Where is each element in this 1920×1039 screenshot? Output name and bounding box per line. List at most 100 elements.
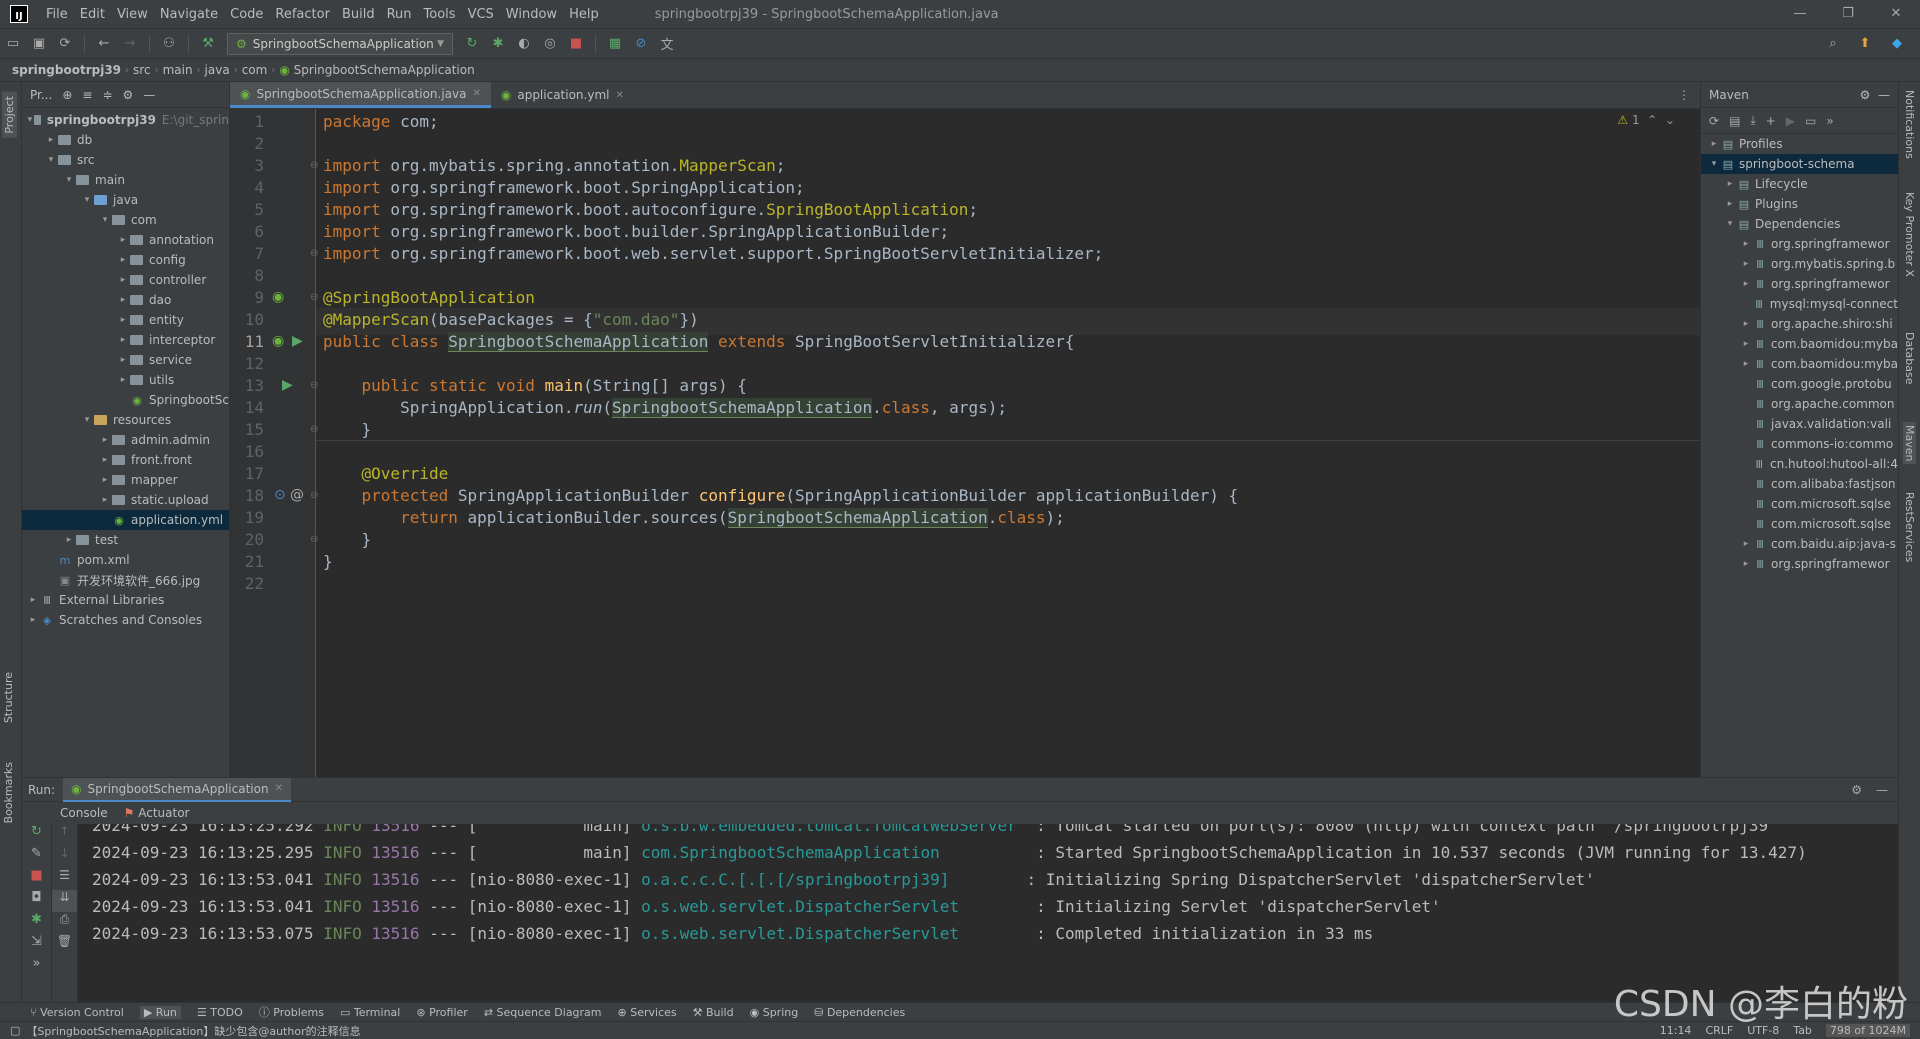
project-tree-item[interactable]: ▸ static.upload bbox=[22, 490, 229, 510]
run-maven-icon[interactable]: ▶ bbox=[1786, 114, 1795, 128]
fold-marker-icon[interactable]: ⊖ bbox=[310, 292, 318, 303]
maven-tree-item[interactable]: ▸ Ⅲcom.baidu.aip:java-s bbox=[1701, 534, 1898, 554]
hide-panel-icon[interactable]: — bbox=[143, 88, 155, 102]
stop-icon[interactable]: ■ bbox=[22, 868, 51, 890]
project-tree-item[interactable]: ◉ SpringbootSc bbox=[22, 390, 229, 410]
chevron-down-icon[interactable]: ▾ bbox=[44, 155, 58, 165]
rerun-icon[interactable]: ↻ bbox=[461, 33, 483, 55]
print-icon[interactable]: ⎙ bbox=[52, 912, 77, 934]
chevron-right-icon[interactable]: ▸ bbox=[98, 475, 112, 485]
bottom-tab-build[interactable]: ⚒ Build bbox=[693, 1006, 734, 1019]
project-tree-item[interactable]: ▸ config bbox=[22, 250, 229, 270]
chevron-right-icon[interactable]: ▸ bbox=[1739, 279, 1753, 289]
gear-icon[interactable]: ⚙ bbox=[1851, 783, 1862, 797]
chevron-right-icon[interactable]: ▸ bbox=[116, 335, 130, 345]
menu-file[interactable]: File bbox=[40, 7, 74, 22]
project-tree-item[interactable]: ▾ com bbox=[22, 210, 229, 230]
camera-icon[interactable]: ◘ bbox=[22, 890, 51, 912]
jetbrains-icon[interactable]: ◆ bbox=[1886, 33, 1908, 55]
project-tree-item[interactable]: m pom.xml bbox=[22, 550, 229, 570]
more-icon[interactable]: » bbox=[1826, 114, 1833, 128]
wrench-icon[interactable]: ✎ bbox=[22, 846, 51, 868]
toggle-offline-icon[interactable]: ▭ bbox=[1805, 114, 1816, 128]
chevron-right-icon[interactable]: ▸ bbox=[26, 615, 40, 625]
project-tree-item[interactable]: ▸ service bbox=[22, 350, 229, 370]
add-project-icon[interactable]: ▤ bbox=[1729, 114, 1740, 128]
chevron-right-icon[interactable]: ▸ bbox=[1739, 339, 1753, 349]
chevron-right-icon[interactable]: ▸ bbox=[26, 595, 40, 605]
menu-vcs[interactable]: VCS bbox=[462, 7, 500, 22]
project-tree-item[interactable]: ▸ test bbox=[22, 530, 229, 550]
project-tree-item[interactable]: ▸ db bbox=[22, 130, 229, 150]
breadcrumb-main[interactable]: main bbox=[159, 63, 197, 77]
chevron-right-icon[interactable]: ▸ bbox=[44, 135, 58, 145]
maven-tree-item[interactable]: Ⅲcom.alibaba:fastjson bbox=[1701, 474, 1898, 494]
maven-tree-item[interactable]: ▸ Ⅲcom.baomidou:myba bbox=[1701, 334, 1898, 354]
at-icon[interactable]: @ bbox=[290, 487, 304, 503]
bottom-tab-version-control[interactable]: ⑂ Version Control bbox=[30, 1006, 124, 1019]
chevron-right-icon[interactable]: ▸ bbox=[1723, 179, 1737, 189]
tab-console[interactable]: Console bbox=[60, 806, 108, 820]
project-tree-item[interactable]: ◉ application.yml bbox=[22, 510, 229, 530]
project-tree-item[interactable]: ▸ Ⅲ External Libraries bbox=[22, 590, 229, 610]
gear-icon[interactable]: ⚙ bbox=[1860, 88, 1871, 102]
open-folder-icon[interactable]: ▭ bbox=[2, 33, 24, 55]
project-tree-item[interactable]: ▸ admin.admin bbox=[22, 430, 229, 450]
tool-tab-restservices[interactable]: RestServices bbox=[1903, 492, 1916, 562]
rerun-icon[interactable]: ↻ bbox=[22, 824, 51, 846]
chevron-right-icon[interactable]: ▸ bbox=[116, 235, 130, 245]
run-tab[interactable]: ◉ SpringbootSchemaApplication ✕ bbox=[63, 777, 291, 802]
maven-tree-item[interactable]: ▸ Ⅲorg.springframewor bbox=[1701, 274, 1898, 294]
fold-marker-icon[interactable]: ⊖ bbox=[310, 490, 318, 501]
project-tree-item[interactable]: ▾ java bbox=[22, 190, 229, 210]
build-hammer-icon[interactable]: ⚒ bbox=[197, 33, 219, 55]
scroll-down-icon[interactable]: ↓ bbox=[52, 846, 77, 868]
menu-edit[interactable]: Edit bbox=[74, 7, 111, 22]
project-tree-item[interactable]: ▸ controller bbox=[22, 270, 229, 290]
spring-bean-icon[interactable]: ◉ bbox=[272, 333, 284, 349]
tool-tab-bookmarks[interactable]: Bookmarks bbox=[2, 762, 15, 823]
maven-tree-item[interactable]: ▸ Ⅲorg.mybatis.spring.b bbox=[1701, 254, 1898, 274]
chevron-right-icon[interactable]: ▸ bbox=[116, 295, 130, 305]
fold-marker-icon[interactable]: ⊖ bbox=[310, 534, 318, 545]
maven-tree-item[interactable]: Ⅲcom.microsoft.sqlse bbox=[1701, 514, 1898, 534]
sync-icon[interactable]: ⟳ bbox=[54, 33, 76, 55]
menu-window[interactable]: Window bbox=[500, 7, 563, 22]
gear-icon[interactable]: ⚙ bbox=[123, 88, 134, 102]
project-tree-item[interactable]: ▸ mapper bbox=[22, 470, 229, 490]
breadcrumb-class[interactable]: ◉ SpringbootSchemaApplication bbox=[275, 63, 478, 77]
override-icon[interactable]: ⊙ bbox=[274, 487, 286, 503]
tab-menu-icon[interactable]: ⋮ bbox=[1668, 88, 1700, 108]
translate-icon[interactable]: 文 bbox=[656, 33, 678, 55]
back-icon[interactable]: ← bbox=[93, 33, 115, 55]
chevron-right-icon[interactable]: ▸ bbox=[1739, 559, 1753, 569]
tab-application-yml[interactable]: ◉ application.yml ✕ bbox=[491, 82, 634, 108]
project-tree-item[interactable]: ▸ annotation bbox=[22, 230, 229, 250]
chevron-right-icon[interactable]: ▸ bbox=[1739, 259, 1753, 269]
menu-navigate[interactable]: Navigate bbox=[154, 7, 224, 22]
menu-code[interactable]: Code bbox=[224, 7, 269, 22]
hide-panel-icon[interactable]: — bbox=[1876, 783, 1888, 797]
code-editor[interactable]: 1 2 3 4 5 6 7 8 9 10 11 12 13 14 15 16 17 18 19 20 21 22 ◉ ◉ ▶ ▶ ⊙… bbox=[230, 109, 1700, 777]
maven-tree-item[interactable]: ▸ Ⅲcom.baomidou:myba bbox=[1701, 354, 1898, 374]
profile-icon[interactable]: ◎ bbox=[539, 33, 561, 55]
maven-tree-item[interactable]: Ⅲjavax.validation:vali bbox=[1701, 414, 1898, 434]
add-icon[interactable]: + bbox=[1766, 114, 1776, 128]
breadcrumb-project[interactable]: springbootrpj39 bbox=[8, 63, 125, 77]
bottom-tab-run[interactable]: ▶ Run bbox=[139, 1005, 181, 1019]
bottom-tab-services[interactable]: ⊕ Services bbox=[618, 1006, 677, 1019]
chevron-down-icon[interactable]: ▾ bbox=[98, 215, 112, 225]
power-save-icon[interactable]: ⊘ bbox=[630, 33, 652, 55]
download-icon[interactable]: ⤓ bbox=[1750, 113, 1755, 128]
expand-all-icon[interactable]: ≡ bbox=[82, 88, 92, 102]
tab-actuator[interactable]: ⚑ Actuator bbox=[124, 806, 190, 820]
breadcrumb-com[interactable]: com bbox=[238, 63, 272, 77]
reload-icon[interactable]: ⟳ bbox=[1709, 114, 1719, 128]
tool-tab-notifications[interactable]: Notifications bbox=[1903, 90, 1916, 159]
chevron-right-icon[interactable]: ▸ bbox=[1739, 539, 1753, 549]
stop-icon[interactable]: ■ bbox=[565, 33, 587, 55]
spring-bean-icon[interactable]: ◉ bbox=[272, 289, 284, 305]
maven-tree-item[interactable]: ▸ ▤ Profiles bbox=[1701, 134, 1898, 154]
maven-tree-item[interactable]: Ⅲcn.hutool:hutool-all:4 bbox=[1701, 454, 1898, 474]
maven-tree-item[interactable]: ▾ ▤ springboot-schema bbox=[1701, 154, 1898, 174]
